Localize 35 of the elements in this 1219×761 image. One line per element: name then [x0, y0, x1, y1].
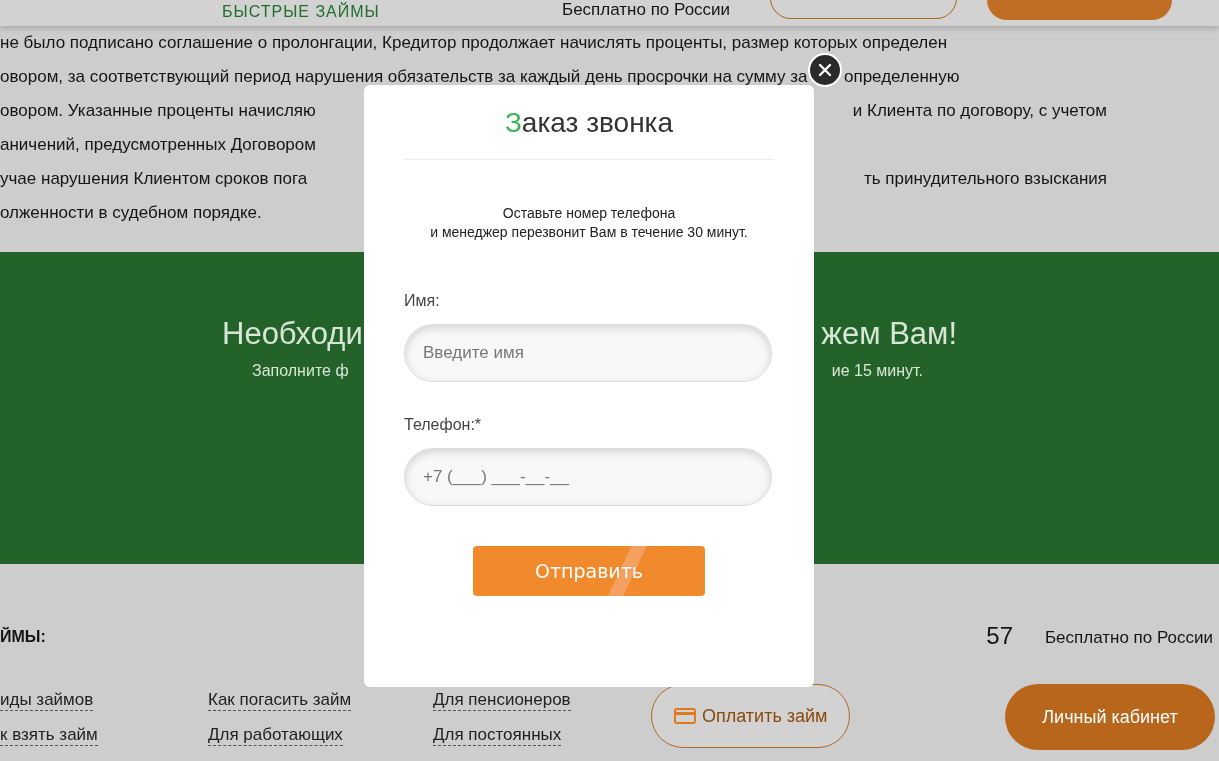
field-label: Телефон:* [404, 416, 483, 434]
free-call-note: Бесплатно по России [562, 1, 731, 19]
free-call-note: Бесплатно по России [1044, 628, 1213, 649]
banner-heading: Необходи [222, 315, 363, 353]
footer-link[interactable]: иды займов [0, 690, 94, 711]
article-text: определенную [844, 66, 960, 88]
footer-link[interactable]: Для пенсионеров [433, 690, 571, 711]
input-field[interactable]: Введите имя [404, 324, 772, 382]
footer-heading: ЙМЫ: [0, 628, 47, 647]
footer-link[interactable]: Для постоянных [433, 725, 562, 746]
article-text: ть принудительного взыскания [863, 168, 1108, 190]
card-icon [674, 708, 696, 724]
article-text: учае нарушения Клиентом сроков пога [0, 168, 308, 190]
input-field[interactable]: +7 (___) ___-__-__ [404, 448, 772, 506]
article-text: овором. Указанные проценты начисляю [0, 100, 316, 122]
phone-number: 57 [986, 622, 1013, 650]
close-icon [818, 63, 832, 77]
personal-account-button[interactable]: Личный кабинет [1005, 684, 1215, 750]
dialog-description: Оставьте номер телефона и менеджер перезвонит Вам в течение 30 минут. [429, 204, 749, 242]
banner-subtitle: Заполните ф [252, 362, 349, 380]
header-filled-button[interactable] [987, 0, 1173, 20]
logo: БЫСТРЫЕ ЗАЙМЫ [222, 2, 381, 22]
banner-heading: жем Вам! [821, 315, 957, 353]
article-text: не было подписано соглашение о пролонгации, Кредитор продолжает начислять проценты, размер которых определен [0, 32, 948, 54]
field-label: Имя: [404, 292, 441, 310]
pay-loan-button[interactable]: Оплатить займ [651, 684, 851, 748]
footer-link[interactable]: к взять займ [0, 725, 98, 746]
footer-link[interactable]: Для работающих [208, 725, 343, 746]
article-text: овором, за соответствующий период нарушения обязательств за каждый день просрочки на сумму за [0, 66, 806, 88]
article-text: и Клиента по договору, с учетом [852, 100, 1108, 122]
article-text: аничений, предусмотренных Договором [0, 134, 316, 156]
article-text: олженности в судебном порядке. [0, 202, 262, 224]
footer-link[interactable]: Как погасить займ [208, 690, 352, 711]
banner-subtitle: ие 15 минут. [831, 362, 923, 380]
dialog-title: Заказ звонка [404, 107, 774, 160]
